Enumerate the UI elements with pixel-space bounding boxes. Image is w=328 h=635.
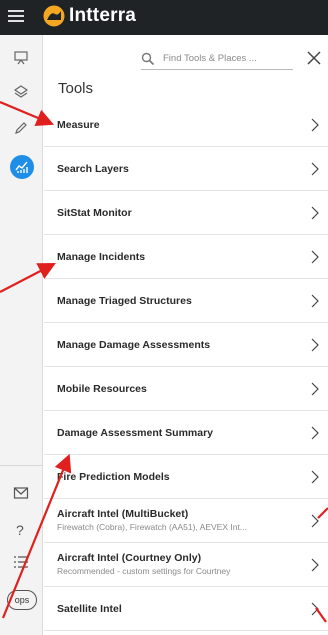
tool-item-manage-triaged-structures[interactable]: Manage Triaged Structures (44, 279, 328, 323)
chevron-right-icon (311, 426, 319, 440)
chevron-right-icon (311, 602, 319, 616)
rail-divider (0, 465, 43, 466)
tool-description: Firewatch (Cobra), Firewatch (AA51), AEV… (57, 522, 247, 532)
chevron-right-icon (311, 250, 319, 264)
list-icon[interactable] (11, 552, 31, 572)
tool-item-aircraft-intel-multibucket[interactable]: Aircraft Intel (MultiBucket) Firewatch (… (44, 499, 328, 543)
panel-title: Tools (58, 80, 94, 97)
hamburger-menu-icon[interactable] (8, 8, 24, 26)
chevron-right-icon (311, 470, 319, 484)
search-icon (141, 52, 155, 65)
tool-label: Satellite Intel (57, 602, 122, 615)
pencil-icon[interactable] (11, 118, 31, 138)
layers-icon[interactable] (11, 82, 31, 102)
tool-label: Aircraft Intel (Courtney Only) (57, 552, 202, 564)
tool-item-measure[interactable]: Measure (44, 103, 328, 147)
chevron-right-icon (311, 162, 319, 176)
analytics-icon[interactable] (10, 155, 34, 179)
chevron-right-icon (311, 206, 319, 220)
chevron-right-icon (311, 294, 319, 308)
tool-list: Measure Search Layers SitStat Monitor Ma… (44, 103, 328, 631)
ops-button[interactable]: ops (7, 590, 37, 610)
tool-item-fire-prediction-models[interactable]: Fire Prediction Models (44, 455, 328, 499)
chevron-right-icon (311, 118, 319, 132)
tool-label: Damage Assessment Summary (57, 426, 214, 439)
app-name: Intterra (69, 5, 137, 26)
chevron-right-icon (311, 382, 319, 396)
search-bar (141, 48, 293, 70)
chevron-right-icon (311, 558, 319, 572)
tool-label: Fire Prediction Models (57, 470, 170, 483)
chevron-right-icon (311, 514, 319, 528)
close-button[interactable] (303, 47, 325, 69)
tool-label: Aircraft Intel (MultiBucket) (57, 508, 189, 520)
tool-label: Manage Incidents (57, 250, 146, 263)
tool-label: Mobile Resources (57, 382, 147, 395)
app-logo: Intterra (43, 5, 136, 27)
tool-label: Measure (57, 118, 100, 131)
chevron-right-icon (311, 338, 319, 352)
tool-item-sitstat-monitor[interactable]: SitStat Monitor (44, 191, 328, 235)
tool-label: Manage Damage Assessments (57, 338, 211, 351)
close-icon (307, 51, 321, 65)
tool-label: Manage Triaged Structures (57, 294, 192, 307)
tool-item-mobile-resources[interactable]: Mobile Resources (44, 367, 328, 411)
tool-item-satellite-intel[interactable]: Satellite Intel (44, 587, 328, 631)
intterra-logo-icon (43, 5, 65, 27)
search-input[interactable] (163, 53, 287, 64)
mail-icon[interactable] (11, 483, 31, 503)
tool-item-manage-damage-assessments[interactable]: Manage Damage Assessments (44, 323, 328, 367)
tool-item-damage-assessment-summary[interactable]: Damage Assessment Summary (44, 411, 328, 455)
tool-item-aircraft-intel-courtney[interactable]: Aircraft Intel (Courtney Only) Recommend… (44, 543, 328, 587)
tool-item-manage-incidents[interactable]: Manage Incidents (44, 235, 328, 279)
top-bar: Intterra (0, 0, 328, 35)
tool-label: Search Layers (57, 162, 129, 175)
left-rail: ? ops (0, 35, 43, 635)
presentation-icon[interactable] (11, 48, 31, 68)
tool-description: Recommended - custom settings for Courtn… (57, 566, 231, 576)
help-icon[interactable]: ? (16, 522, 24, 538)
tools-panel: Tools Measure Search Layers SitStat Moni… (44, 35, 328, 635)
tool-item-search-layers[interactable]: Search Layers (44, 147, 328, 191)
tool-label: SitStat Monitor (57, 206, 132, 219)
